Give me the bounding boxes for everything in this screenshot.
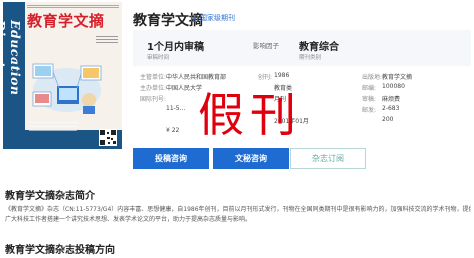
fake-journal-stamp: 假刊 (198, 88, 302, 142)
intro-section-title: 教育学文摘杂志简介 (5, 191, 95, 202)
impact-factor-label: 影响因子 (253, 42, 279, 50)
cover-side-text: Education Digest (3, 20, 23, 96)
cover-title: 教育学文摘 (27, 12, 105, 30)
info-value: 教育学文摘 (382, 74, 413, 81)
info-value: 中国人民大学 (166, 85, 203, 92)
qr-code-icon (99, 129, 117, 146)
cover-issue-lines (96, 36, 118, 45)
intro-text: 《教育学文摘》杂志（CN:11-5773/G4）内容丰富、思想健康，自1986年… (5, 205, 471, 225)
info-value: 中华人民共和国教育部 (166, 74, 227, 81)
review-time-value: 1个月内审稿 (147, 42, 204, 53)
intro-text-line: 《教育学文摘》杂志（CN:11-5773/G4）内容丰富、思想健康，自1986年… (5, 206, 471, 213)
review-time-label: 审稿时间 (147, 55, 170, 61)
journal-stats-panel: 1个月内审稿 审稿时间 影响因子 教育综合 期刊类别 (133, 30, 471, 66)
info-key: 创刊: (258, 74, 273, 81)
info-value: 麻烦费 (382, 96, 401, 103)
badge-label: 国家级期刊 (200, 14, 235, 22)
intro-text-line: 广大科技工作者搭建一个讲究技术思想、发表学术论文的平台，助力于提高杂志质量与影响… (5, 216, 252, 223)
info-row: 2001年01月 200 (140, 116, 470, 125)
info-value: 11-5... (166, 105, 186, 112)
badge-icon (191, 14, 198, 22)
secretary-inquiry-button[interactable]: 文秘咨询 (213, 148, 289, 169)
info-value: 100080 (382, 83, 405, 90)
info-row: 主办单位: 中国人民大学 教育类 邮编: 100080 (140, 83, 470, 92)
category-value: 教育综合 (299, 42, 339, 53)
info-row: 国际刊号: 月刊 审稿: 麻烦费 (140, 94, 470, 103)
info-key: 国际刊号: (140, 96, 167, 103)
info-key: 出版地: (362, 74, 383, 81)
submission-direction-title: 教育学文摘杂志投稿方向 (5, 245, 115, 256)
info-key: 邮发: (362, 107, 377, 114)
info-row: ¥ 22 (140, 127, 470, 136)
category-label: 期刊类别 (299, 55, 322, 61)
info-row: 主管单位: 中华人民共和国教育部 创刊: 1986 出版地: 教育学文摘 (140, 72, 470, 81)
info-key: 主办单位: (140, 85, 167, 92)
cover-footer-lines (29, 122, 77, 134)
subscribe-button[interactable]: 杂志订阅 (290, 148, 366, 169)
journal-cover-image: Education Digest 教育学文摘 (3, 2, 122, 149)
national-journal-badge[interactable]: 国家级期刊 (191, 13, 235, 23)
info-value: 1986 (274, 72, 290, 79)
info-row: 11-5... 邮发: 2-683 (140, 105, 470, 114)
info-key: 邮编: (362, 85, 377, 92)
cover-illustration (32, 63, 102, 114)
submission-inquiry-button[interactable]: 投稿咨询 (133, 148, 209, 169)
info-key: 审稿: (362, 96, 377, 103)
info-value: 2-683 (382, 105, 400, 112)
info-value: 200 (382, 116, 394, 123)
info-value: ¥ 22 (166, 127, 180, 134)
info-key: 主管单位: (140, 74, 167, 81)
